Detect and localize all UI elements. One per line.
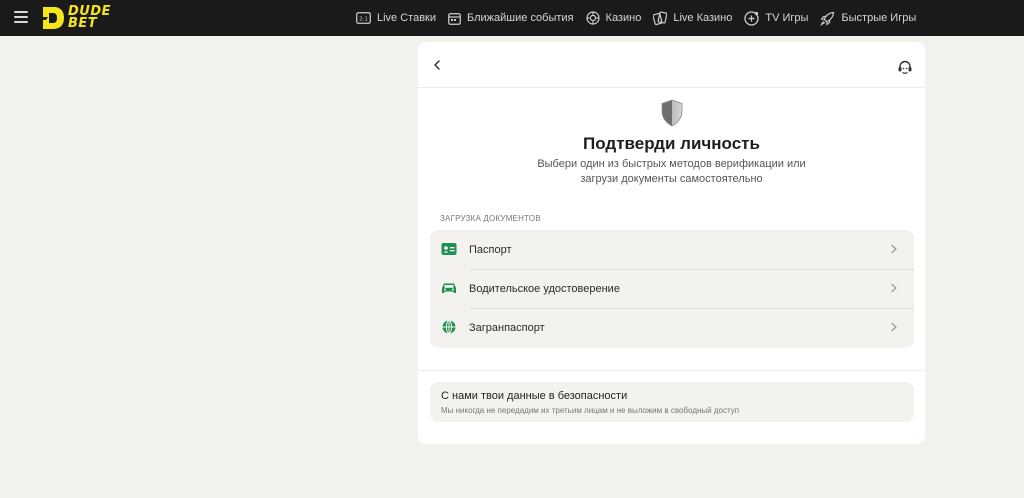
page-title: Подтверди личность [583, 134, 760, 153]
id-card-icon [441, 243, 457, 255]
safety-title: С нами твои данные в безопасности [441, 390, 628, 402]
document-label: Загранпаспорт [469, 321, 545, 334]
casino-chip-icon [585, 11, 600, 25]
data-safety-notice: С нами твои данные в безопасности Мы ник… [430, 382, 914, 422]
document-item-passport[interactable]: Паспорт [430, 230, 914, 269]
document-list: Паспорт Водительское удостоверение Загра… [430, 230, 914, 348]
safety-text: Мы никогда не передадим их третьим лицам… [441, 406, 740, 415]
card-header [418, 42, 925, 88]
document-label: Водительское удостоверение [469, 282, 620, 295]
svg-text:2:1: 2:1 [359, 17, 368, 23]
globe-icon [442, 320, 456, 334]
rocket-icon [820, 11, 835, 26]
chevron-right-icon [891, 244, 897, 254]
divider [418, 370, 925, 371]
nav-upcoming[interactable]: Ближайшие события [448, 12, 574, 25]
tv-games-icon [744, 10, 760, 26]
nav-fast-games[interactable]: Быстрые Игры [820, 11, 916, 26]
chevron-right-icon [891, 322, 897, 332]
nav-label: Live Ставки [377, 12, 437, 24]
nav-label: Казино [605, 12, 642, 24]
top-bar: DUDE BET 2:1 Live Ставки Ближайшие событ… [0, 0, 1024, 36]
document-label: Паспорт [469, 243, 512, 256]
cards-icon [653, 11, 668, 25]
document-item-driver-license[interactable]: Водительское удостоверение [430, 269, 914, 308]
page-subtitle: Выбери один из быстрых методов верификац… [537, 158, 806, 185]
logo-text: DUDE BET [68, 5, 111, 31]
brand-logo[interactable]: DUDE BET [40, 3, 111, 33]
nav-label: Быстрые Игры [841, 12, 917, 24]
logo-mark-icon [41, 7, 64, 29]
document-item-international-passport[interactable]: Загранпаспорт [430, 308, 914, 347]
nav-casino[interactable]: Казино [585, 11, 642, 25]
section-label: ЗАГРУЗКА ДОКУМЕНТОВ [440, 214, 541, 223]
nav-live-casino[interactable]: Live Казино [653, 11, 732, 25]
back-arrow-icon[interactable] [430, 58, 444, 72]
nav-label: Live Казино [673, 12, 733, 24]
verification-card: Подтверди личность Выбери один из быстры… [418, 42, 925, 444]
car-icon [442, 283, 456, 293]
nav-tv-games[interactable]: TV Игры [744, 10, 809, 26]
shield-icon [661, 99, 683, 127]
live-bets-icon: 2:1 [356, 12, 371, 24]
support-headset-icon[interactable] [897, 59, 913, 75]
nav-label: Ближайшие события [467, 12, 574, 24]
menu-icon[interactable] [14, 11, 28, 23]
logo-line-2: BET [68, 16, 98, 31]
calendar-icon [448, 12, 461, 25]
chevron-right-icon [891, 283, 897, 293]
nav-label: TV Игры [765, 12, 809, 24]
main-nav: 2:1 Live Ставки Ближайшие события Казино… [356, 0, 928, 36]
nav-live-bets[interactable]: 2:1 Live Ставки [356, 12, 436, 24]
